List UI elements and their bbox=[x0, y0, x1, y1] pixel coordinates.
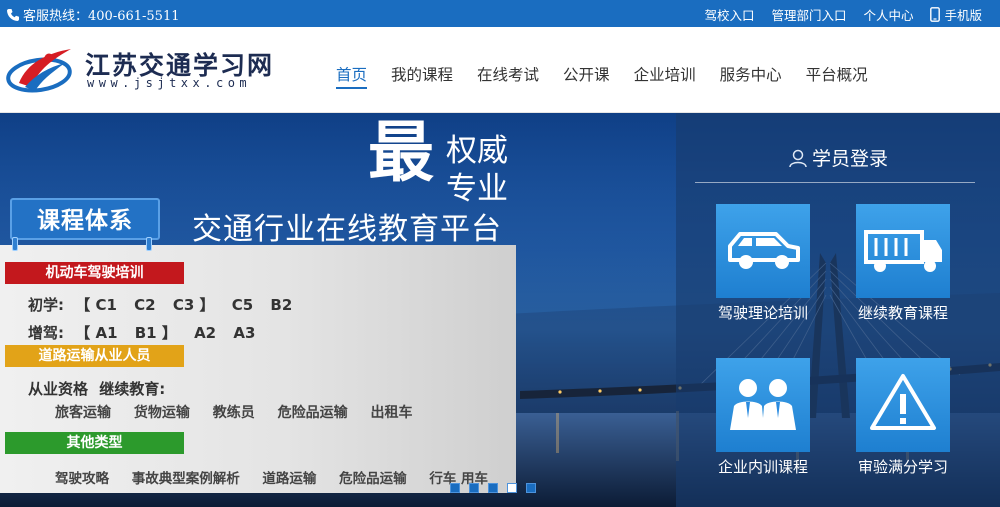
beginner-line: 初学: 【 C1 C2 C3 】 C5 B2 bbox=[28, 294, 304, 315]
full-score-study-tile[interactable] bbox=[856, 358, 950, 452]
hero-banner: 最 权威 专业 交通行业在线教育平台 机动车驾驶培训 初学: 【 C1 C2 C… bbox=[0, 113, 1000, 507]
personal-center-link[interactable]: 个人中心 bbox=[863, 5, 913, 24]
course-a2[interactable]: A2 bbox=[194, 324, 216, 342]
hotline-text: 客服热线：400-661-5511 bbox=[23, 9, 180, 24]
mobile-version-link[interactable]: 手机版 bbox=[930, 5, 982, 24]
course-a3[interactable]: A3 bbox=[233, 324, 255, 342]
student-login-panel: 学员登录 驾驶理论培训 继续教育课程 企业内训课程 审验满分学习 bbox=[676, 113, 1000, 507]
continuing-edu-label[interactable]: 继续教育: bbox=[99, 380, 165, 398]
site-header: 江苏交通学习网 www.jsjtxx.com 首页 我的课程 在线考试 公开课 … bbox=[0, 27, 1000, 113]
student-login-button[interactable]: 学员登录 bbox=[788, 144, 888, 171]
carousel-dot-1[interactable] bbox=[450, 483, 460, 493]
course-a1[interactable]: 【 A1 bbox=[75, 324, 117, 342]
cargo-transport-link[interactable]: 货物运输 bbox=[134, 405, 190, 421]
enterprise-training-tile[interactable] bbox=[716, 358, 810, 452]
driving-school-link[interactable]: 驾校入口 bbox=[704, 5, 754, 24]
qualification-label[interactable]: 从业资格 bbox=[28, 380, 88, 398]
hazmat-link[interactable]: 危险品运输 bbox=[339, 471, 407, 487]
car-icon bbox=[728, 232, 800, 269]
phone-icon bbox=[7, 8, 19, 21]
carousel-dot-5[interactable] bbox=[526, 483, 536, 493]
nav-service-center[interactable]: 服务中心 bbox=[720, 63, 782, 89]
top-bar: 客服热线：400-661-5511 驾校入口 管理部门入口 个人中心 手机版 bbox=[0, 0, 1000, 27]
tag-pin-right bbox=[146, 237, 152, 251]
admin-dept-link[interactable]: 管理部门入口 bbox=[771, 5, 846, 24]
accident-cases-link[interactable]: 事故典型案例解析 bbox=[132, 471, 240, 487]
driving-theory-tile[interactable] bbox=[716, 204, 810, 298]
road-transport-items: 旅客运输 货物运输 教练员 危险品运输 出租车 bbox=[55, 402, 431, 422]
top-links: 驾校入口 管理部门入口 个人中心 手机版 bbox=[704, 5, 982, 24]
enterprise-training-label: 企业内训课程 bbox=[717, 458, 808, 476]
slogan-big-char: 最 bbox=[368, 113, 434, 191]
road-transport-link[interactable]: 道路运输 bbox=[262, 471, 316, 487]
mobile-version-label: 手机版 bbox=[944, 8, 982, 23]
section-other-types[interactable]: 其他类型 bbox=[5, 432, 184, 454]
continuing-education-label: 继续教育课程 bbox=[857, 304, 948, 322]
qualification-line: 从业资格 继续教育: bbox=[28, 378, 177, 399]
other-items: 驾驶攻略 事故典型案例解析 道路运输 危险品运输 行车 用车 bbox=[55, 467, 506, 487]
hazmat-transport-link[interactable]: 危险品运输 bbox=[278, 405, 348, 421]
upgrade-label: 增驾: bbox=[28, 324, 64, 342]
passenger-transport-link[interactable]: 旅客运输 bbox=[55, 405, 111, 421]
people-icon bbox=[730, 379, 796, 430]
user-icon bbox=[789, 149, 807, 167]
course-b1[interactable]: B1 】 bbox=[135, 324, 177, 342]
taxi-link[interactable]: 出租车 bbox=[371, 405, 413, 421]
continuing-education-tile[interactable] bbox=[856, 204, 950, 298]
nav-enterprise-training[interactable]: 企业培训 bbox=[634, 63, 696, 89]
truck-icon bbox=[864, 230, 942, 272]
carousel-dot-3[interactable] bbox=[488, 483, 498, 493]
site-logo[interactable]: 江苏交通学习网 www.jsjtxx.com bbox=[5, 43, 295, 103]
nav-platform-overview[interactable]: 平台概况 bbox=[806, 63, 868, 89]
course-system-tag: 课程体系 bbox=[10, 198, 160, 240]
tag-pin-left bbox=[12, 237, 18, 251]
carousel-dot-2[interactable] bbox=[469, 483, 479, 493]
mobile-icon bbox=[930, 7, 941, 22]
slogan-professional: 专业 bbox=[446, 171, 508, 207]
slogan-platform: 交通行业在线教育平台 bbox=[192, 212, 502, 247]
driving-tips-link[interactable]: 驾驶攻略 bbox=[55, 471, 109, 487]
upgrade-line: 增驾: 【 A1 B1 】 A2 A3 bbox=[28, 322, 267, 343]
warning-icon bbox=[870, 374, 936, 430]
section-road-transport[interactable]: 道路运输从业人员 bbox=[5, 345, 184, 367]
nav-online-exam[interactable]: 在线考试 bbox=[477, 63, 539, 89]
course-b2[interactable]: B2 bbox=[270, 296, 292, 314]
course-system-panel: 机动车驾驶培训 初学: 【 C1 C2 C3 】 C5 B2 增驾: 【 A1 … bbox=[0, 245, 516, 493]
hotline: 客服热线：400-661-5511 bbox=[6, 5, 180, 24]
nav-open-class[interactable]: 公开课 bbox=[563, 63, 610, 89]
instructor-link[interactable]: 教练员 bbox=[213, 405, 255, 421]
main-nav: 首页 我的课程 在线考试 公开课 企业培训 服务中心 平台概况 bbox=[336, 63, 892, 89]
nav-home[interactable]: 首页 bbox=[336, 63, 368, 89]
beginner-label: 初学: bbox=[28, 296, 64, 314]
course-c2[interactable]: C2 bbox=[134, 296, 155, 314]
login-divider bbox=[695, 182, 975, 183]
logo-url: www.jsjtxx.com bbox=[87, 76, 252, 90]
logo-emblem-icon bbox=[6, 49, 72, 93]
nav-my-courses[interactable]: 我的课程 bbox=[391, 63, 453, 89]
student-login-label: 学员登录 bbox=[812, 148, 889, 170]
course-c3[interactable]: C3 】 bbox=[173, 296, 215, 314]
course-c1[interactable]: 【 C1 bbox=[75, 296, 117, 314]
section-motor-vehicle[interactable]: 机动车驾驶培训 bbox=[5, 262, 184, 284]
full-score-study-label: 审验满分学习 bbox=[857, 458, 948, 476]
driving-theory-label: 驾驶理论培训 bbox=[717, 304, 808, 322]
carousel-dot-4[interactable] bbox=[507, 483, 517, 493]
course-c5[interactable]: C5 bbox=[232, 296, 253, 314]
carousel-dots bbox=[450, 483, 536, 493]
